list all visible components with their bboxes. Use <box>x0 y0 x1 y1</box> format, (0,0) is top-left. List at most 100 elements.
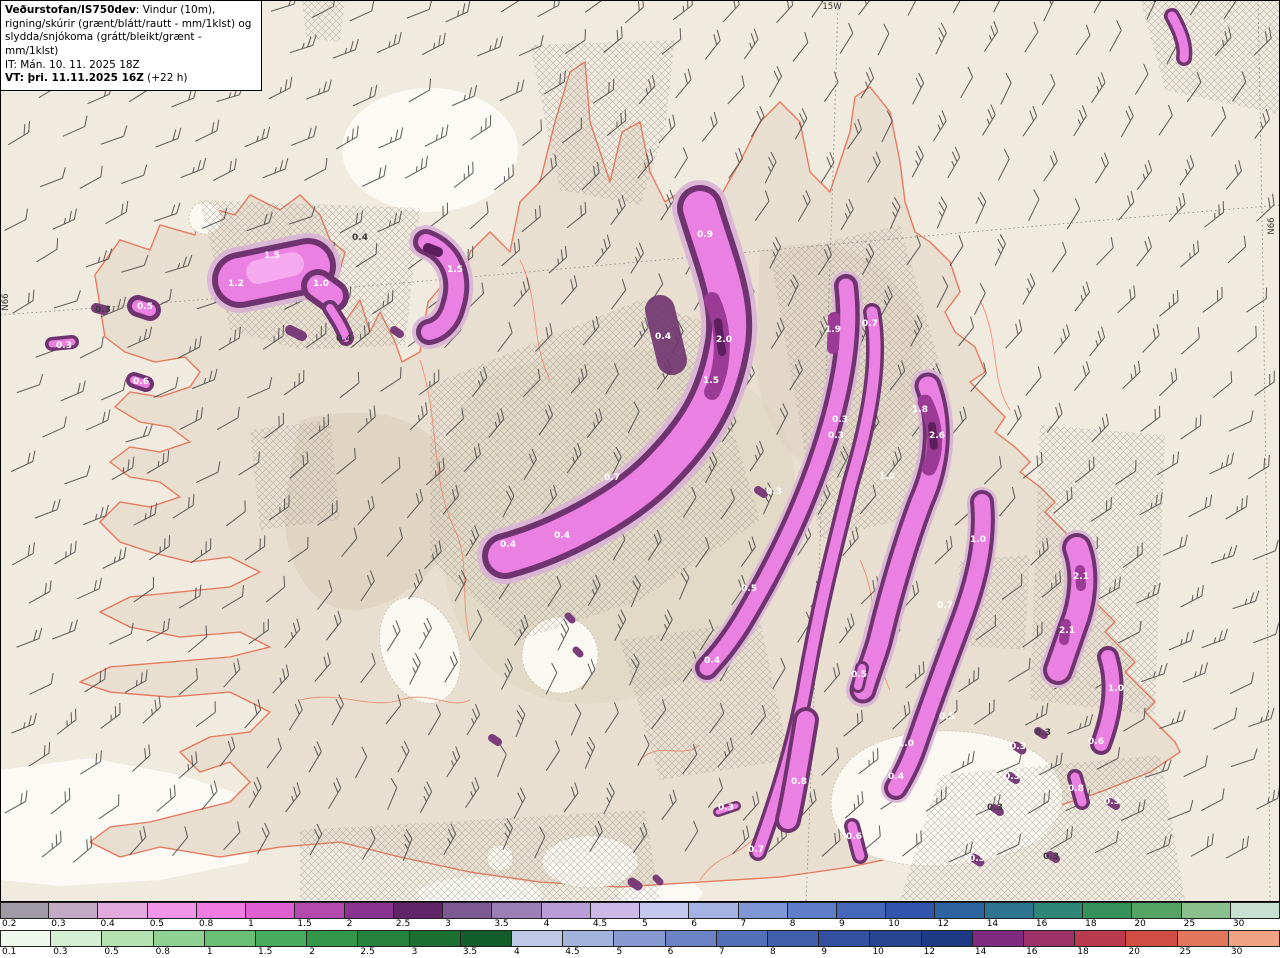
colorbar-segment: 0.3 <box>51 930 103 958</box>
colorbar-segment: 0.2 <box>0 902 50 930</box>
colorbar-segment: 3 <box>409 930 461 958</box>
precip-value-label: 1.5 <box>703 376 719 386</box>
colorbar-swatch <box>870 930 922 947</box>
colorbar-tick-label: 14 <box>984 918 1034 930</box>
colorbar-swatch <box>307 930 359 947</box>
colorbar-swatch <box>1228 930 1280 947</box>
colorbar-segment: 3.5 <box>460 930 513 958</box>
parallel-label-right: N66 <box>1267 217 1277 234</box>
precip-value-label: 2.6 <box>929 431 945 441</box>
colorbar-swatch <box>819 930 871 947</box>
precip-value-label: 1.2 <box>228 279 244 289</box>
colorbar-tick-label: 25 <box>1177 946 1229 958</box>
colorbar-tick-label: 3.5 <box>492 918 542 930</box>
precip-value-label: 0.5 <box>137 302 153 312</box>
title-line-2: rigning/skúrir (grænt/blátt/rautt - mm/1… <box>5 17 252 30</box>
precip-value-label: 1.0 <box>1108 684 1124 694</box>
colorbar-segment: 14 <box>984 902 1034 930</box>
colorbar-tick-label: 3 <box>443 918 493 930</box>
colorbar-swatch <box>147 902 197 919</box>
colorbar-tick-label: 0.2 <box>0 918 50 930</box>
colorbar-tick-label: 4 <box>541 918 591 930</box>
colorbar-segment: 0.1 <box>0 930 52 958</box>
colorbar-segment: 18 <box>1083 902 1133 930</box>
colorbar-swatch <box>614 930 666 947</box>
precip-value-label: 0.3 <box>1104 797 1120 807</box>
colorbar-tick-label: 0.4 <box>98 918 148 930</box>
colorbar-swatch <box>836 902 887 919</box>
colorbar-segment: 12 <box>921 930 973 958</box>
precip-value-label: 0.4 <box>704 656 720 666</box>
colorbar-swatch <box>443 902 493 919</box>
colorbar-segment: 0.8 <box>153 930 205 958</box>
colorbar-segment: 10 <box>886 902 936 930</box>
colorbar-tick-label: 2.5 <box>393 918 444 930</box>
colorbar-tick-label: 5 <box>640 918 690 930</box>
colorbar-swatch <box>935 902 985 919</box>
meridian-label: 15W <box>822 2 842 12</box>
precip-value-label: 0.7 <box>862 319 878 329</box>
parallel-label-left: N66 <box>1 293 11 310</box>
precip-value-label: 0.5 <box>741 584 757 594</box>
colorbar-swatch <box>256 930 308 947</box>
precip-value-label: 0.3 <box>1004 772 1020 782</box>
colorbar-segment: 0.4 <box>98 902 148 930</box>
colorbar-swatch <box>1181 902 1231 919</box>
colorbar-swatch <box>921 930 973 947</box>
colorbar-segment: 25 <box>1177 930 1229 958</box>
colorbar-segment: 5 <box>614 930 666 958</box>
colorbar-segment: 1.5 <box>295 902 345 930</box>
colorbar-tick-label: 4.5 <box>563 946 615 958</box>
colorbar-segment: 4 <box>541 902 591 930</box>
title-variable: : Vindur (10m), <box>135 4 216 16</box>
colorbar-swatch <box>153 930 205 947</box>
precip-value-label: 0.3 <box>95 305 111 315</box>
precip-value-label: 1.0 <box>313 279 329 289</box>
weather-map-page: Veðurstofan/IS750dev: Vindur (10m), rign… <box>0 0 1280 958</box>
colorbar-segment: 9 <box>836 902 887 930</box>
colorbar-swatch <box>492 902 542 919</box>
colorbar-tick-label: 10 <box>886 918 936 930</box>
colorbar-segment: 16 <box>1024 930 1076 958</box>
colorbar-tick-label: 3 <box>409 946 461 958</box>
colorbar-swatch <box>102 930 154 947</box>
colorbar-swatch <box>1075 930 1127 947</box>
colorbar-swatch <box>590 902 641 919</box>
colorbar-tick-label: 8 <box>768 946 820 958</box>
colorbar-tick-label: 0.8 <box>153 946 205 958</box>
colorbar-segment: 1.5 <box>256 930 308 958</box>
colorbar-tick-label: 6 <box>689 918 739 930</box>
colorbar-segment: 14 <box>972 930 1025 958</box>
colorbar-segment: 4.5 <box>590 902 641 930</box>
colorbar-segment: 3.5 <box>492 902 542 930</box>
precip-value-label: 1.0 <box>898 739 914 749</box>
colorbar-swatch <box>972 930 1025 947</box>
colorbar-rain: 0.1 0.3 0.5 0.8 1 1.5 2 2.5 3 3.5 4 4.5 5 6 7 8 9 10 12 14 1… <box>0 930 1280 958</box>
colorbar-sleet-snow: 0.2 0.3 0.4 0.5 0.8 1 1.5 2 2.5 3 3.5 4 4.5 5 6 7 8 9 10 12… <box>0 902 1280 930</box>
colorbar-swatch <box>0 930 52 947</box>
colorbar-segment: 4 <box>512 930 564 958</box>
colorbar-tick-label: 9 <box>819 946 871 958</box>
colorbar-swatch <box>640 902 690 919</box>
colorbar-tick-label: 7 <box>738 918 788 930</box>
colorbar-segment: 16 <box>1033 902 1084 930</box>
colorbar-tick-label: 2 <box>307 946 359 958</box>
map-title-box: Veðurstofan/IS750dev: Vindur (10m), rign… <box>0 0 262 91</box>
colorbar-tick-label: 14 <box>972 946 1025 958</box>
colorbar-swatch <box>0 902 50 919</box>
colorbar-tick-label: 0.3 <box>49 918 99 930</box>
colorbar-segment: 1 <box>204 930 257 958</box>
precip-value-label: 0.4 <box>554 531 570 541</box>
colorbar-tick-label: 12 <box>935 918 985 930</box>
colorbar-swatch <box>1132 902 1182 919</box>
colorbar-tick-label: 18 <box>1075 946 1127 958</box>
colorbar-segment: 3 <box>443 902 493 930</box>
precip-value-label: 0.9 <box>697 230 713 240</box>
colorbar-swatch <box>460 930 513 947</box>
precip-value-label: 0.7 <box>937 601 953 611</box>
colorbar-tick-label: 2 <box>344 918 394 930</box>
colorbar-swatch <box>358 930 410 947</box>
colorbar-segment: 2 <box>307 930 359 958</box>
colorbar-tick-label: 0.5 <box>147 918 197 930</box>
colorbar-swatch <box>1083 902 1133 919</box>
